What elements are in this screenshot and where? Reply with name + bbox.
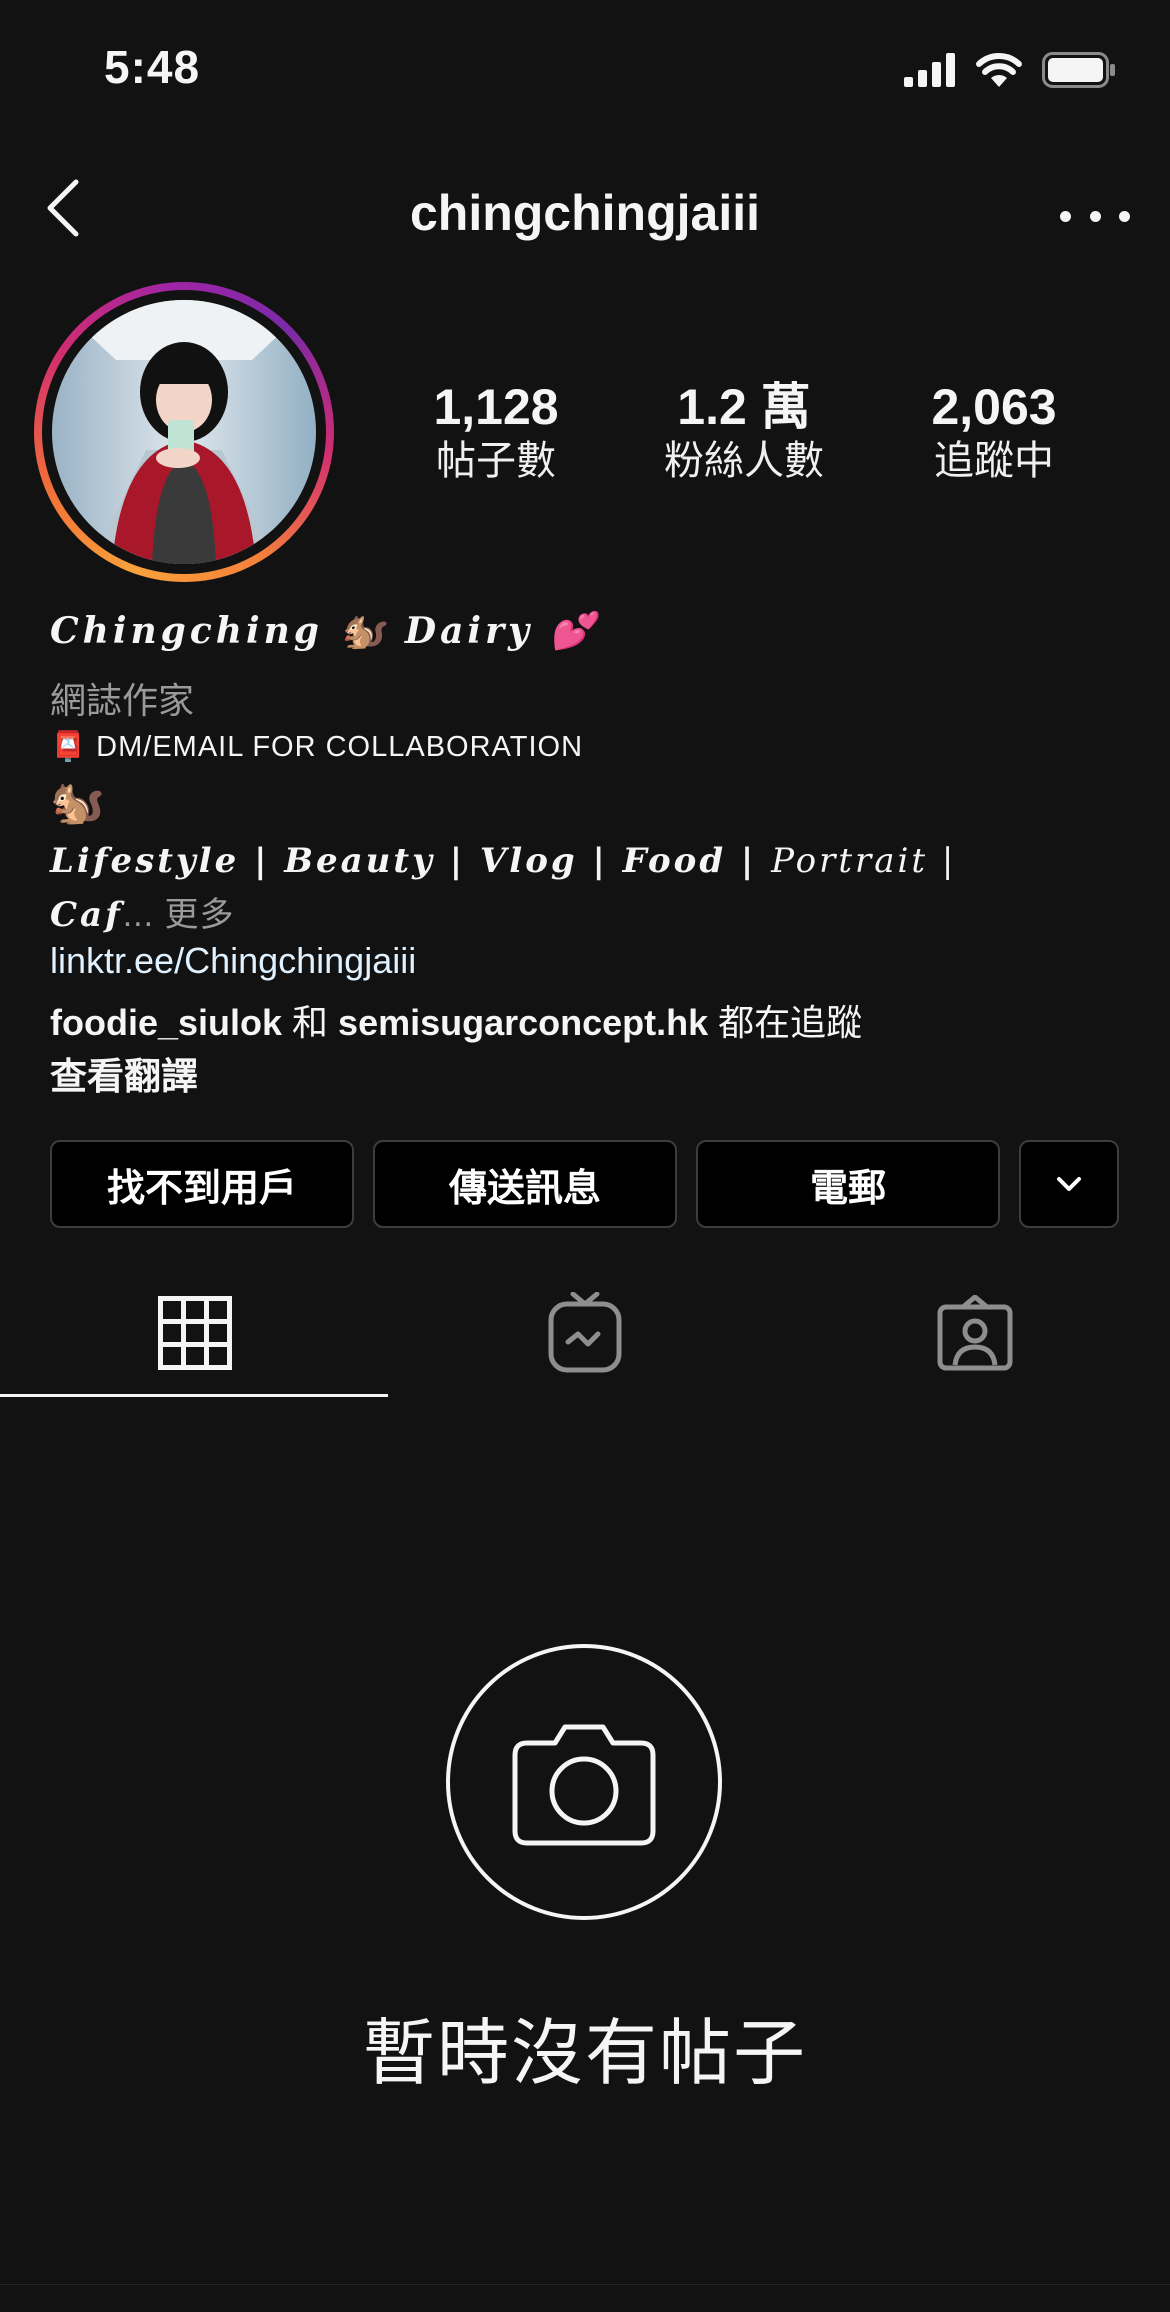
avatar-photo: [52, 300, 316, 564]
tab-igtv[interactable]: [390, 1270, 780, 1396]
stat-followers-value: 1.2 萬: [677, 379, 811, 435]
followed-by-and: 和: [282, 1002, 339, 1043]
bio-tags-line2: Caf: [50, 895, 123, 935]
more-dot-icon: [1089, 210, 1101, 222]
bio-contact-line: 📮 DM/EMAIL FOR COLLABORATION: [50, 731, 584, 763]
tab-tagged[interactable]: [780, 1270, 1170, 1396]
message-button[interactable]: 傳送訊息: [373, 1140, 677, 1228]
tagged-icon: [937, 1295, 1013, 1371]
chevron-down-icon: [1057, 1177, 1081, 1191]
bio-more-link[interactable]: ... 更多: [123, 896, 235, 934]
followed-by-user1[interactable]: foodie_siulok: [50, 1002, 282, 1043]
empty-state-circle: [446, 1644, 722, 1920]
stat-posts: 1,128 帖子數: [386, 378, 606, 486]
grid-icon: [158, 1296, 232, 1370]
more-dot-icon: [1119, 210, 1130, 222]
bio-emoji-line: 🐿️: [50, 778, 105, 827]
followed-by-suffix: 都在追蹤: [708, 1002, 863, 1043]
bio-external-link[interactable]: linktr.ee/Chingchingjaiii: [50, 940, 1130, 982]
more-dot-icon: [1060, 210, 1071, 222]
more-options-button[interactable]: [1060, 196, 1130, 236]
bio-tags: Lifestyle | Beauty | Vlog | Food | Portr…: [50, 834, 1130, 942]
bottom-divider: [0, 2284, 1170, 2285]
tab-posts-grid[interactable]: [0, 1270, 390, 1396]
bio-tags-thin: Portrait |: [771, 841, 957, 881]
stat-following-label: 追蹤中: [934, 439, 1054, 483]
stat-following[interactable]: 2,063 追蹤中: [884, 378, 1104, 486]
bio-tags-bold: Lifestyle | Beauty | Vlog | Food |: [50, 841, 772, 881]
stat-posts-label: 帖子數: [436, 439, 556, 483]
email-button[interactable]: 電郵: [696, 1140, 1000, 1228]
profile-username: chingchingjaiii: [409, 185, 761, 241]
camera-icon: [512, 1724, 656, 1846]
signal-icon: [904, 53, 955, 87]
igtv-icon: [548, 1292, 622, 1373]
battery-icon: [1042, 52, 1115, 88]
status-icons: [904, 52, 1116, 88]
stat-followers[interactable]: 1.2 萬 粉絲人數: [634, 378, 854, 486]
status-time: 5:48: [104, 41, 201, 93]
stat-posts-value: 1,128: [433, 379, 559, 435]
followed-by[interactable]: foodie_siulok 和 semisugarconcept.hk 都在追蹤: [50, 994, 1130, 1046]
active-tab-indicator: [0, 1394, 388, 1397]
bio-category: 網誌作家: [50, 680, 195, 721]
wifi-icon: [976, 53, 1022, 87]
stat-following-value: 2,063: [931, 379, 1057, 435]
find-user-button[interactable]: 找不到用戶: [50, 1140, 354, 1228]
followed-by-user2[interactable]: semisugarconcept.hk: [338, 1002, 708, 1043]
profile-avatar[interactable]: [34, 282, 334, 582]
suggested-users-button[interactable]: [1019, 1140, 1119, 1228]
bio-display-name: Chingching 🐿️ Dairy 💕: [50, 610, 599, 652]
stat-followers-label: 粉絲人數: [664, 439, 824, 483]
empty-state-text: 暫時沒有帖子: [362, 2014, 807, 2094]
see-translation-link[interactable]: 查看翻譯: [50, 1046, 1130, 1100]
